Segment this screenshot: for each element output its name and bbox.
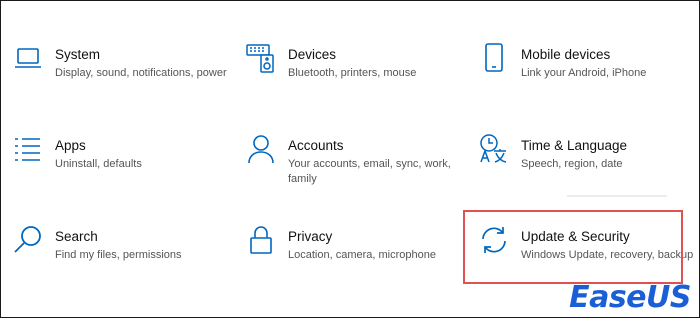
hover-divider <box>567 195 667 197</box>
tile-privacy[interactable]: Privacy Location, camera, microphone <box>246 225 468 297</box>
tile-title: Search <box>55 229 98 244</box>
tile-title: Privacy <box>288 229 333 244</box>
tile-title: Time & Language <box>521 138 628 153</box>
highlight-box <box>463 210 683 284</box>
tile-description: Speech, region, date <box>521 158 623 170</box>
time-language-icon <box>479 134 509 164</box>
tile-title: Apps <box>55 138 86 153</box>
phone-icon <box>479 43 509 73</box>
tile-mobile-devices[interactable]: Mobile devices Link your Android, iPhone <box>479 43 700 115</box>
tile-description: Uninstall, defaults <box>55 158 142 170</box>
tile-system[interactable]: System Display, sound, notifications, po… <box>13 43 235 115</box>
settings-window: System Display, sound, notifications, po… <box>0 0 700 318</box>
lock-icon <box>246 225 276 255</box>
tile-description: Your accounts, email, sync, work, family <box>288 158 451 185</box>
tile-apps[interactable]: Apps Uninstall, defaults <box>13 134 235 206</box>
tile-description: Display, sound, notifications, power <box>55 67 227 79</box>
tile-title: Devices <box>288 47 337 62</box>
tile-title: Accounts <box>288 138 344 153</box>
tile-description: Link your Android, iPhone <box>521 67 647 79</box>
keyboard-speaker-icon <box>246 43 276 73</box>
tile-title: System <box>55 47 101 62</box>
tile-description: Location, camera, microphone <box>288 249 436 261</box>
laptop-icon <box>13 43 43 73</box>
person-icon <box>246 134 276 164</box>
tile-search[interactable]: Search Find my files, permissions <box>13 225 235 297</box>
apps-list-icon <box>13 134 43 164</box>
tile-description: Find my files, permissions <box>55 249 182 261</box>
tile-title: Mobile devices <box>521 47 611 62</box>
search-icon <box>13 225 43 255</box>
tile-description: Bluetooth, printers, mouse <box>288 67 417 79</box>
tile-devices[interactable]: Devices Bluetooth, printers, mouse <box>246 43 468 115</box>
tile-accounts[interactable]: Accounts Your accounts, email, sync, wor… <box>246 134 468 206</box>
easeus-logo: EaseUS <box>569 280 691 315</box>
